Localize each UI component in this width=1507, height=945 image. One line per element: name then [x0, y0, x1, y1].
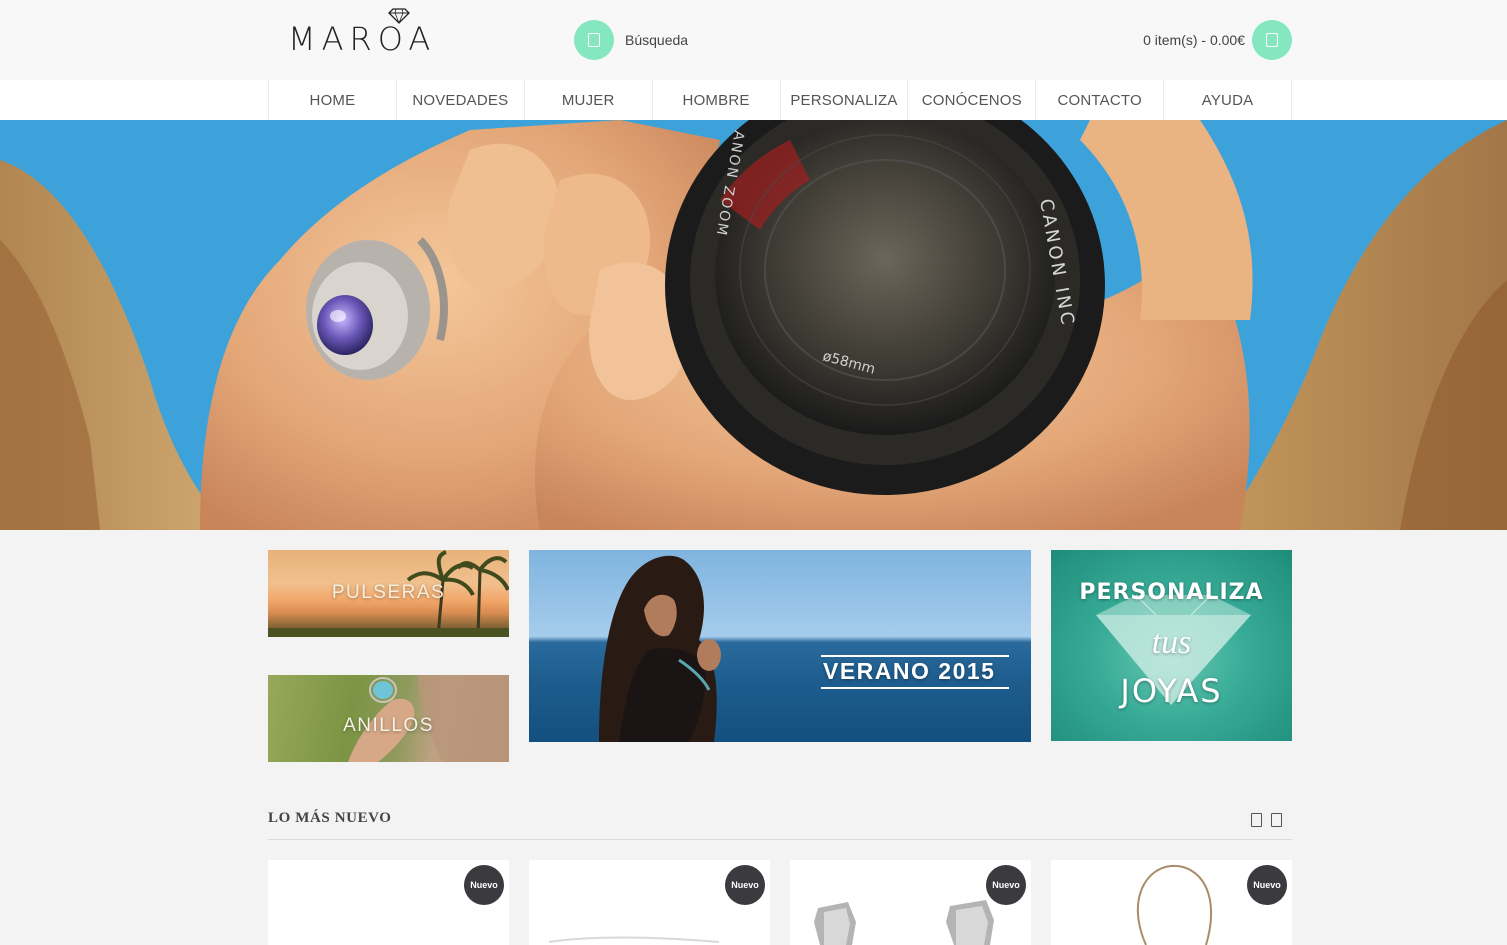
banner-personaliza[interactable]: PERSONALIZA tus JOYAS [1051, 550, 1292, 741]
search-icon [588, 33, 600, 47]
nav-item-novedades[interactable]: NOVEDADES [397, 80, 525, 120]
verano-bottom-line [821, 687, 1009, 689]
nav-item-contacto[interactable]: CONTACTO [1036, 80, 1165, 120]
verano-top-line [821, 655, 1009, 657]
hero-slideshow[interactable]: CANON INC ANON ZOOM ø58mm [0, 120, 1507, 530]
search-button[interactable] [574, 20, 614, 60]
banner-anillos-label: ANILLOS [343, 715, 434, 736]
banner-personaliza-line3: JOYAS [1120, 672, 1223, 710]
hero-image: CANON INC ANON ZOOM ø58mm [0, 120, 1507, 530]
product-card[interactable]: Nuevo [790, 860, 1031, 945]
section-divider [268, 839, 1292, 840]
cart-icon [1266, 33, 1278, 47]
section-title-new: LO MÁS NUEVO [268, 810, 392, 826]
search-label[interactable]: Búsqueda [625, 32, 688, 48]
product-card[interactable]: Nuevo [529, 860, 770, 945]
product-card[interactable]: Nuevo [268, 860, 509, 945]
new-badge: Nuevo [1247, 865, 1287, 905]
logo-text: MAROA [288, 20, 437, 58]
cart-summary[interactable]: 0 item(s) - 0.00€ [1100, 32, 1245, 48]
nav-item-ayuda[interactable]: AYUDA [1164, 80, 1292, 120]
new-badge: Nuevo [725, 865, 765, 905]
product-card[interactable]: Nuevo [1051, 860, 1292, 945]
summer-model-image [599, 555, 721, 742]
banner-verano-label: VERANO 2015 [823, 658, 996, 684]
new-badge: Nuevo [464, 865, 504, 905]
site-header: MAROA Búsqueda 0 item(s) - 0.00€ [0, 0, 1507, 80]
carousel-next-icon[interactable] [1271, 813, 1282, 827]
site-logo[interactable]: MAROA [288, 8, 440, 56]
nav-item-hombre[interactable]: HOMBRE [653, 80, 781, 120]
nav-item-mujer[interactable]: MUJER [525, 80, 653, 120]
banner-personaliza-line1: PERSONALIZA [1079, 580, 1264, 605]
nav-item-home[interactable]: HOME [269, 80, 397, 120]
nav-item-personaliza[interactable]: PERSONALIZA [781, 80, 909, 120]
cart-button[interactable] [1252, 20, 1292, 60]
banner-anillos[interactable]: ANILLOS [268, 675, 509, 762]
banner-pulseras-label: PULSERAS [331, 582, 446, 603]
banner-personaliza-line2: tus [1151, 624, 1192, 661]
banner-verano-2015[interactable]: VERANO 2015 [529, 550, 1031, 742]
banner-pulseras[interactable]: PULSERAS [268, 550, 509, 637]
new-badge: Nuevo [986, 865, 1026, 905]
nav-item-conocenos[interactable]: CONÓCENOS [908, 80, 1037, 120]
carousel-prev-icon[interactable] [1251, 813, 1262, 827]
main-nav: HOME NOVEDADES MUJER HOMBRE PERSONALIZA … [0, 80, 1507, 120]
